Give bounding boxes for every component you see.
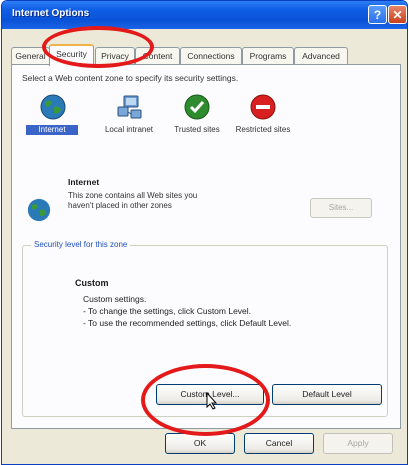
- zone-label-trusted-sites: Trusted sites: [174, 125, 220, 134]
- question-mark-icon: ?: [373, 7, 382, 22]
- close-button[interactable]: ✕: [388, 5, 407, 24]
- globe-icon: [27, 198, 51, 222]
- zone-description: This zone contains all Web sites you hav…: [68, 191, 198, 210]
- security-level-name: Custom: [75, 278, 109, 288]
- security-level-line: - To use the recommended settings, click…: [83, 318, 292, 328]
- tab-programs[interactable]: Programs: [242, 47, 294, 65]
- tab-connections[interactable]: Connections: [180, 47, 242, 65]
- globe-icon: [40, 94, 66, 120]
- zone-label-restricted-sites: Restricted sites: [235, 125, 291, 134]
- mouse-pointer-icon: [206, 392, 218, 410]
- tab-privacy[interactable]: Privacy: [95, 47, 135, 65]
- zone-instruction: Select a Web content zone to specify its…: [22, 73, 239, 83]
- close-icon: ✕: [392, 7, 403, 22]
- zone-label-internet: Internet: [26, 125, 78, 135]
- apply-button[interactable]: Apply: [323, 433, 393, 454]
- help-button[interactable]: ?: [368, 5, 387, 24]
- zone-restricted-sites[interactable]: Restricted sites: [228, 91, 298, 161]
- tab-advanced[interactable]: Advanced: [294, 47, 348, 65]
- security-level-group-title: Security level for this zone: [31, 240, 131, 249]
- zone-label-local-intranet: Local intranet: [104, 125, 154, 134]
- tab-general[interactable]: General: [11, 47, 50, 65]
- cancel-button[interactable]: Cancel: [244, 433, 314, 454]
- checkmark-icon: [184, 94, 210, 120]
- window-title: Internet Options: [12, 8, 90, 19]
- title-bar[interactable]: Internet Options ? ✕: [2, 1, 407, 29]
- internet-options-dialog: Internet Options ? ✕ General Security Pr…: [1, 0, 408, 465]
- network-computer-icon: [117, 95, 142, 119]
- zone-list: Internet Local intranet Trusted sites Re…: [18, 91, 390, 163]
- sites-button[interactable]: Sites...: [310, 198, 372, 218]
- tab-security[interactable]: Security: [49, 44, 94, 66]
- zone-trusted-sites[interactable]: Trusted sites: [162, 91, 232, 161]
- tab-content[interactable]: Content: [135, 47, 180, 65]
- zone-local-intranet[interactable]: Local intranet: [94, 91, 164, 161]
- zone-info: Internet This zone contains all Web site…: [22, 175, 390, 230]
- no-entry-icon: [250, 94, 276, 120]
- default-level-button[interactable]: Default Level: [272, 384, 382, 405]
- security-level-line: Custom settings.: [83, 294, 147, 304]
- tab-strip: General Security Privacy Content Connect…: [2, 29, 407, 66]
- ok-button[interactable]: OK: [165, 433, 235, 454]
- security-tab-panel: Select a Web content zone to specify its…: [11, 64, 401, 429]
- zone-internet[interactable]: Internet: [18, 91, 88, 161]
- security-level-line: - To change the settings, click Custom L…: [83, 306, 252, 316]
- zone-name: Internet: [68, 177, 100, 187]
